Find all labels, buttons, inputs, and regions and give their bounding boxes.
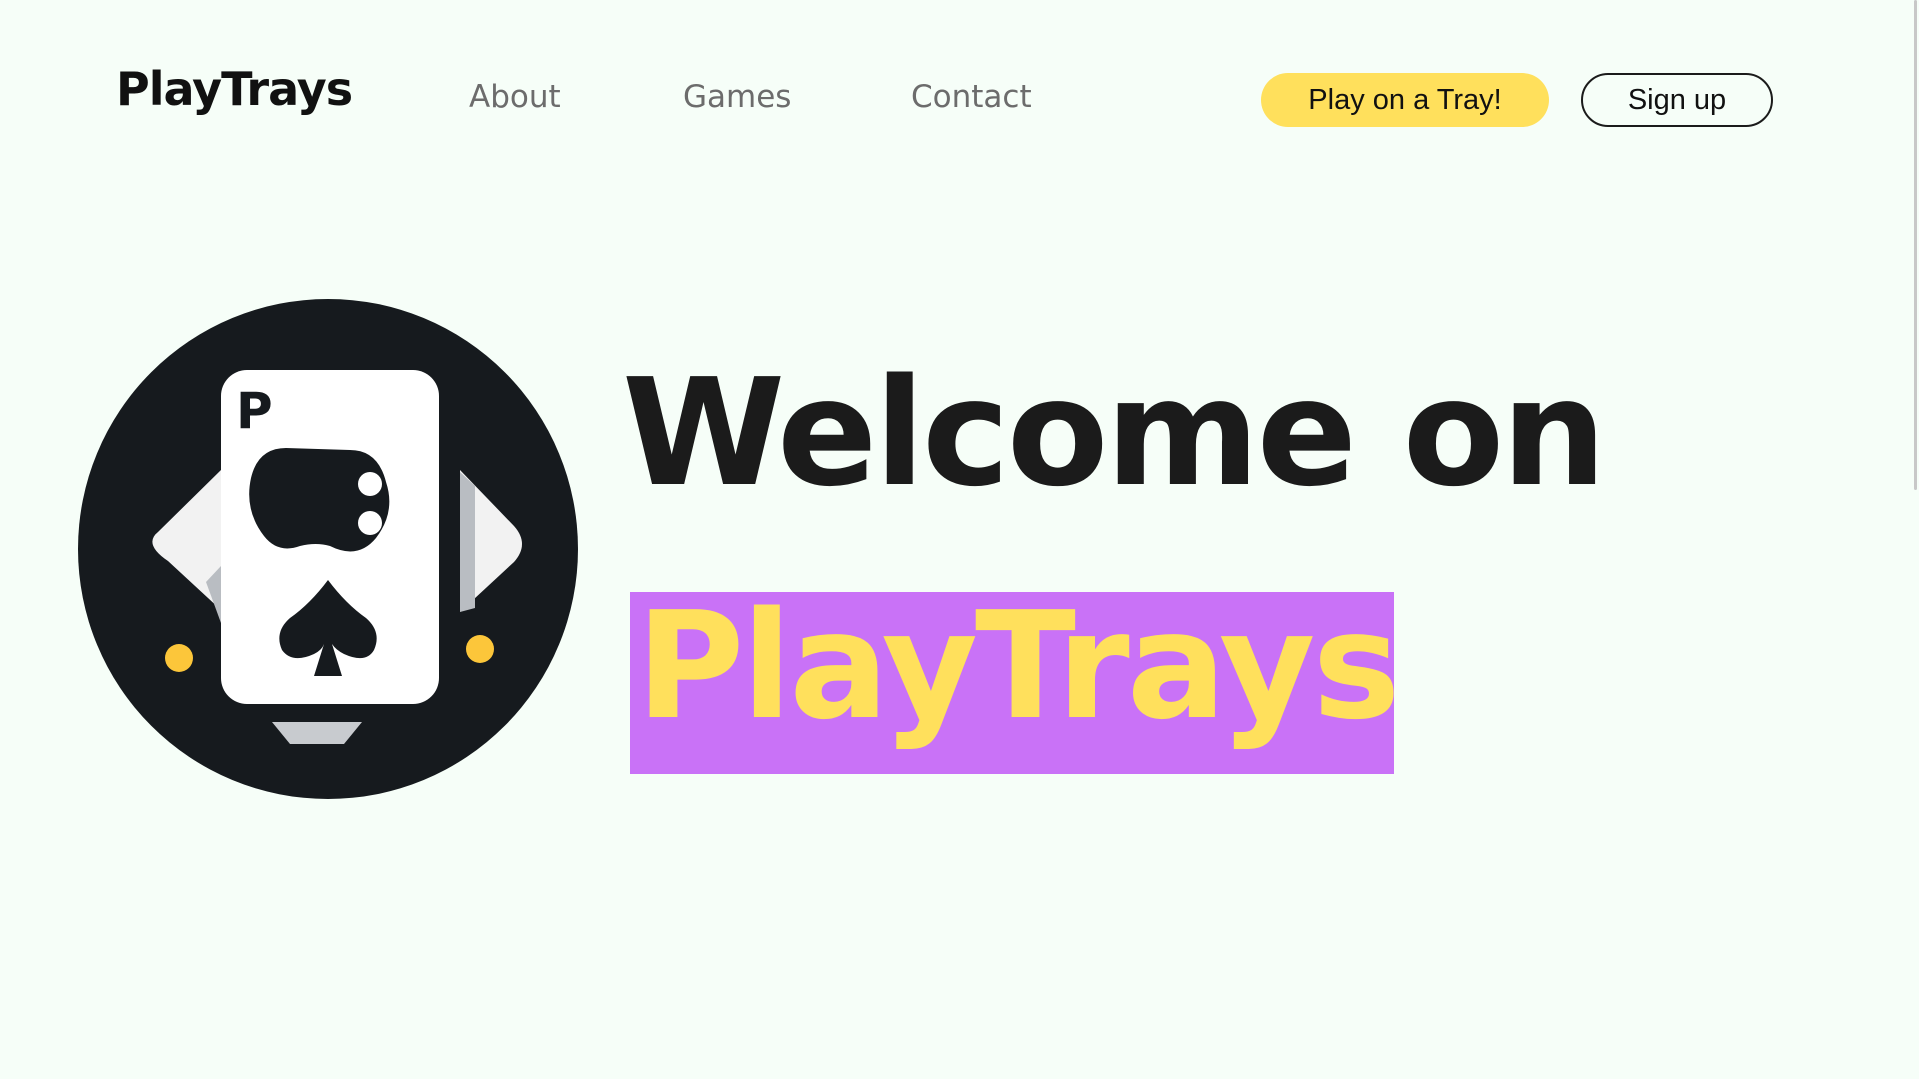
- sign-up-button[interactable]: Sign up: [1581, 73, 1773, 127]
- card-letter: P: [236, 382, 273, 440]
- scrollbar-thumb[interactable]: [1914, 0, 1917, 490]
- nav-link-contact[interactable]: Contact: [911, 82, 1032, 113]
- nav-link-about[interactable]: About: [469, 82, 561, 113]
- brand-logo-text[interactable]: PlayTrays: [116, 66, 353, 112]
- hero-heading-line1: Welcome on: [622, 347, 1607, 519]
- nav-link-games[interactable]: Games: [683, 82, 791, 113]
- page-scrollbar[interactable]: [1911, 0, 1919, 1079]
- play-on-tray-button[interactable]: Play on a Tray!: [1261, 73, 1549, 127]
- playing-card-gamepad-icon: P: [78, 299, 578, 799]
- playtrays-logo: P: [78, 298, 578, 800]
- hero-heading-brand: PlayTrays: [636, 580, 1401, 752]
